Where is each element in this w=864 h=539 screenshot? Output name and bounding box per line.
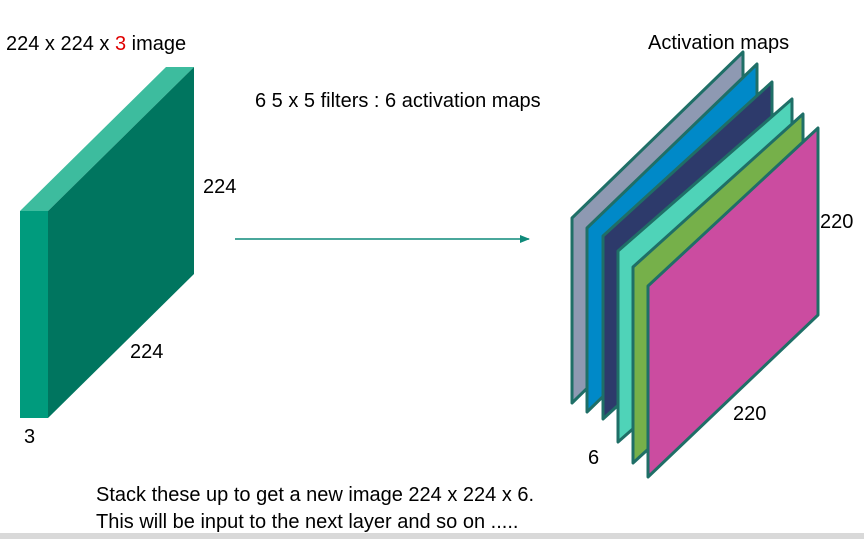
caption-line-2: This will be input to the next layer and… [96,511,518,533]
output-count-label: 6 [588,447,599,469]
input-volume [20,67,194,418]
input-width-label: 224 [130,341,163,363]
output-width-label: 220 [733,403,766,425]
activation-maps-stack [570,50,820,479]
bottom-border [0,533,864,539]
input-volume-front-face [20,211,48,418]
diagram-canvas: 224 x 224 x 3 image 224 224 3 6 5 x 5 fi… [6,32,853,533]
input-depth-label: 3 [24,426,35,448]
input-channels-count: 3 [115,33,126,55]
input-height-label: 224 [203,176,236,198]
input-volume-title: 224 x 224 x 3 image [6,33,186,55]
activation-maps-title: Activation maps [648,32,789,54]
filters-description: 6 5 x 5 filters : 6 activation maps [255,90,541,112]
output-height-label: 220 [820,211,853,233]
caption-line-1: Stack these up to get a new image 224 x … [96,484,534,506]
